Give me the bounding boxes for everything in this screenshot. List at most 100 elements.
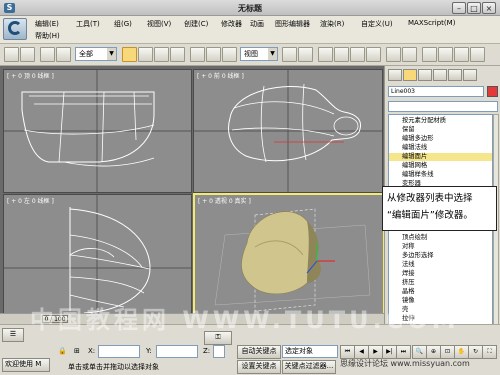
key-filters-button[interactable]: 关键点过滤器... — [282, 360, 336, 374]
main-toolbar: 全部 ▼ 视图 ▼ — [0, 44, 500, 66]
title-bar: S 无标题 – □ × — [0, 0, 500, 16]
percent-snap-icon[interactable] — [350, 47, 365, 62]
orbit-icon[interactable]: ↻ — [468, 345, 483, 359]
menu-customize[interactable]: 自定义(U) — [361, 19, 393, 29]
maxscript-listener-icon[interactable]: ☰ — [2, 328, 24, 342]
modifier-list-item[interactable]: 编辑样条线 — [402, 171, 433, 179]
select-object-icon[interactable] — [122, 47, 137, 62]
menu-group[interactable]: 组(G) — [114, 19, 132, 29]
go-to-start-icon[interactable]: ⏮ — [340, 345, 355, 359]
menu-help[interactable]: 帮助(H) — [35, 31, 60, 41]
modifier-list-item[interactable]: 编辑法线 — [402, 144, 427, 152]
select-by-name-icon[interactable] — [138, 47, 153, 62]
chevron-down-icon: ▼ — [107, 48, 116, 60]
unlink-icon[interactable] — [56, 47, 71, 62]
menu-bar: 编辑(E) 工具(T) 组(G) 视图(V) 创建(C) 修改器 动画 图形编辑… — [0, 16, 500, 44]
z-coordinate-field[interactable] — [213, 345, 225, 358]
play-icon[interactable]: ▶ — [368, 345, 383, 359]
viewport-front[interactable]: [ + 0 前 0 线框 ] — [193, 69, 383, 193]
modifier-list-dropdown[interactable] — [388, 101, 498, 112]
previous-frame-icon[interactable]: ◀ — [354, 345, 369, 359]
modifier-list-item[interactable]: 晶格 — [402, 288, 415, 296]
app-icon[interactable]: S — [4, 3, 15, 13]
close-button[interactable]: × — [482, 2, 496, 14]
pan-icon[interactable]: ✋ — [454, 345, 469, 359]
window-crossing-icon[interactable] — [170, 47, 185, 62]
undo-icon[interactable] — [4, 47, 19, 62]
selection-filter-dropdown[interactable]: 全部 ▼ — [75, 47, 117, 61]
render-setup-icon[interactable] — [438, 47, 453, 62]
rotate-icon[interactable] — [206, 47, 221, 62]
zoom-extents-icon[interactable]: ⊡ — [440, 345, 455, 359]
minimize-button[interactable]: – — [452, 2, 466, 14]
maxscript-mini-listener[interactable]: 欢迎使用 M — [2, 358, 50, 372]
next-frame-icon[interactable]: ▶| — [382, 345, 397, 359]
modifier-list-item[interactable]: 编辑网格 — [402, 162, 427, 170]
modifier-list-item[interactable]: 编辑面片 — [389, 153, 492, 161]
viewport-top[interactable]: [ + 0 顶 0 线框 ] — [3, 69, 192, 193]
reference-coord-dropdown[interactable]: 视图 ▼ — [240, 47, 278, 61]
modifier-list-item[interactable]: 挤压 — [402, 279, 415, 287]
menu-modifiers[interactable]: 修改器 — [221, 19, 242, 29]
maximize-button[interactable]: □ — [467, 2, 481, 14]
zoom-all-icon[interactable]: ⊕ — [426, 345, 441, 359]
menu-tools[interactable]: 工具(T) — [76, 19, 100, 29]
auto-key-button[interactable]: 自动关键点 — [237, 345, 281, 359]
x-label: X: — [88, 347, 96, 355]
motion-tab-icon[interactable] — [433, 69, 447, 81]
mirror-icon[interactable] — [386, 47, 401, 62]
modifier-list-item[interactable]: 多边形选择 — [402, 252, 433, 260]
modifier-list-item[interactable]: 对称 — [402, 243, 415, 251]
prompt-line: 单击或单击并拖动以选择对象 — [68, 363, 159, 371]
menu-edit[interactable]: 编辑(E) — [35, 19, 59, 29]
watermark: 中国教程网 WWW.TUTU.COM — [30, 306, 460, 334]
render-frame-icon[interactable] — [454, 47, 469, 62]
zoom-icon[interactable]: 🔍 — [412, 345, 427, 359]
top-wireframe — [4, 70, 191, 192]
modifier-list-item[interactable]: 法线 — [402, 261, 415, 269]
display-tab-icon[interactable] — [448, 69, 462, 81]
quick-render-icon[interactable] — [470, 47, 485, 62]
menu-create[interactable]: 创建(C) — [184, 19, 208, 29]
set-key-button[interactable]: 设置关键点 — [237, 360, 281, 374]
x-coordinate-field[interactable] — [98, 345, 140, 358]
menu-graph-editors[interactable]: 图形编辑器 — [275, 19, 310, 29]
spinner-snap-icon[interactable] — [366, 47, 381, 62]
max-logo-button[interactable] — [3, 18, 27, 40]
rect-selection-icon[interactable] — [154, 47, 169, 62]
object-color-swatch[interactable] — [487, 86, 498, 97]
redo-icon[interactable] — [20, 47, 35, 62]
menu-rendering[interactable]: 渲染(R) — [320, 19, 344, 29]
y-coordinate-field[interactable] — [156, 345, 198, 358]
hierarchy-tab-icon[interactable] — [418, 69, 432, 81]
maximize-viewport-icon[interactable]: ⛶ — [482, 345, 497, 359]
selection-lock-icon[interactable]: 🔒 — [58, 347, 67, 355]
link-icon[interactable] — [40, 47, 55, 62]
go-to-end-icon[interactable]: ⏭ — [396, 345, 411, 359]
menu-maxscript[interactable]: MAXScript(M) — [408, 19, 455, 27]
object-name-field[interactable]: Line003 — [388, 86, 484, 97]
modifier-list-item[interactable]: 顶点绘制 — [402, 234, 427, 242]
move-icon[interactable] — [190, 47, 205, 62]
scale-icon[interactable] — [222, 47, 237, 62]
pivot-icon[interactable] — [282, 47, 297, 62]
align-icon[interactable] — [402, 47, 417, 62]
modify-tab-icon[interactable] — [403, 69, 417, 81]
transform-mode-icon[interactable]: ⊞ — [74, 347, 80, 355]
modifier-list-item[interactable]: 编辑多边形 — [402, 135, 433, 143]
modifier-list-item[interactable]: 焊接 — [402, 270, 415, 278]
snap-icon[interactable] — [318, 47, 333, 62]
material-editor-icon[interactable] — [422, 47, 437, 62]
modifier-list-item[interactable]: 保留 — [402, 126, 415, 134]
utilities-tab-icon[interactable] — [463, 69, 477, 81]
menu-view[interactable]: 视图(V) — [147, 19, 171, 29]
selection-filter-value: 全部 — [79, 50, 93, 58]
key-filter-dropdown[interactable]: 选定对象 — [282, 345, 338, 358]
callout-line-2: “编辑面片”修改器。 — [387, 210, 473, 221]
callout-line-1: 从修改器列表中选择 — [387, 193, 473, 204]
modifier-list-item[interactable]: 按元素分配材质 — [402, 117, 446, 125]
select-manipulate-icon[interactable] — [298, 47, 313, 62]
angle-snap-icon[interactable] — [334, 47, 349, 62]
create-tab-icon[interactable] — [388, 69, 402, 81]
menu-animation[interactable]: 动画 — [250, 19, 264, 29]
